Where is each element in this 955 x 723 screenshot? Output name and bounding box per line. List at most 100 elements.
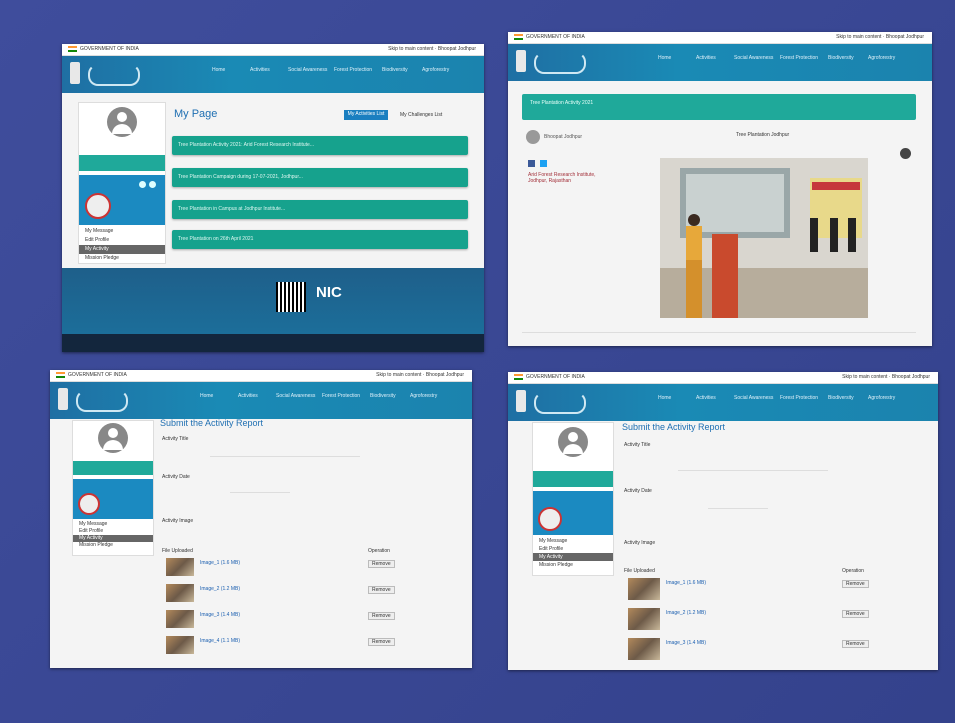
sidebar-menu: My Message Edit Profile My Activity Miss… [533, 537, 613, 569]
photo-caption: Tree Plantation Jodhpur [736, 132, 790, 138]
nav-activities[interactable]: Activities [696, 395, 716, 402]
uploaded-file-name[interactable]: Image_3 (1.4 MB) [200, 612, 240, 618]
nav-biodiversity[interactable]: Biodiversity [382, 67, 408, 74]
remove-button[interactable]: Remove [368, 560, 395, 568]
nav-biodiversity[interactable]: Biodiversity [828, 55, 854, 62]
sidebar-item-profile[interactable]: Edit Profile [533, 545, 613, 553]
uploaded-file-name[interactable]: Image_1 (1.6 MB) [200, 560, 240, 566]
event-title-bar: Tree Plantation Activity 2021 [522, 94, 916, 120]
sidebar-item-activity[interactable]: My Activity [79, 245, 165, 254]
sidebar-item-message[interactable]: My Message [79, 227, 165, 236]
nav-home[interactable]: Home [658, 55, 671, 62]
activity-row[interactable]: Tree Plantation Activity 2021: Arid Fore… [172, 136, 468, 155]
uploaded-file-name[interactable]: Image_2 (1.2 MB) [666, 610, 706, 616]
header-banner: Home Activities Social Awareness Forest … [50, 382, 472, 419]
top-links[interactable]: Skip to main content · Bhoopat Jodhpur [836, 34, 924, 40]
remove-button[interactable]: Remove [842, 580, 869, 588]
sidebar-item-activity[interactable]: My Activity [73, 535, 153, 542]
nav-social[interactable]: Social Awareness [734, 55, 773, 62]
activity-row[interactable]: Tree Plantation on 26th April 2021 [172, 230, 468, 249]
uploaded-file-name[interactable]: Image_3 (1.4 MB) [666, 640, 706, 646]
remove-button[interactable]: Remove [842, 610, 869, 618]
nav-biodiversity[interactable]: Biodiversity [828, 395, 854, 402]
poster-name: Bhoopat Jodhpur [544, 134, 583, 140]
top-links[interactable]: Skip to main content · Bhoopat Jodhpur [376, 372, 464, 378]
nav-activities[interactable]: Activities [696, 55, 716, 62]
nav-social[interactable]: Social Awareness [288, 67, 327, 74]
sidebar-item-pledge[interactable]: Mission Pledge [533, 561, 613, 569]
profile-card: My Message Edit Profile My Activity Miss… [532, 422, 614, 576]
organisation-name: Arid Forest Research Institute, Jodhpur,… [528, 172, 596, 184]
nav-home[interactable]: Home [200, 393, 213, 400]
nav-social[interactable]: Social Awareness [276, 393, 315, 400]
profile-stats-box [79, 175, 165, 225]
nav-forest[interactable]: Forest Protection [322, 393, 360, 400]
nav-forest[interactable]: Forest Protection [780, 395, 818, 402]
nav-biodiversity[interactable]: Biodiversity [370, 393, 396, 400]
title-input-line [678, 470, 828, 471]
uploaded-file-name[interactable]: Image_4 (1.1 MB) [200, 638, 240, 644]
facebook-icon[interactable] [528, 160, 535, 167]
header-banner: Home Activities Social Awareness Forest … [508, 384, 938, 421]
sidebar-item-pledge[interactable]: Mission Pledge [79, 254, 165, 263]
activity-row[interactable]: Tree Plantation Campaign during 17-07-20… [172, 168, 468, 187]
nav-agroforestry[interactable]: Agroforestry [868, 55, 895, 62]
gov-label: GOVERNMENT OF INDIA [526, 374, 585, 380]
date-input-line [230, 492, 290, 493]
top-links[interactable]: Skip to main content · Bhoopat Jodhpur [842, 374, 930, 380]
nav-activities[interactable]: Activities [238, 393, 258, 400]
sidebar-menu: My Message Edit Profile My Activity Miss… [73, 521, 153, 549]
top-links[interactable]: Skip to main content · Bhoopat Jodhpur [388, 46, 476, 52]
uploaded-file-name[interactable]: Image_2 (1.2 MB) [200, 586, 240, 592]
nav-agroforestry[interactable]: Agroforestry [410, 393, 437, 400]
remove-button[interactable]: Remove [368, 586, 395, 594]
profile-name-bar [533, 471, 613, 487]
emblem-icon [516, 390, 526, 412]
mission-logo [88, 64, 140, 86]
close-icon[interactable] [900, 148, 911, 159]
flag-icon [514, 374, 523, 380]
nav-social[interactable]: Social Awareness [734, 395, 773, 402]
sidebar-item-profile[interactable]: Edit Profile [73, 528, 153, 535]
event-title: Tree Plantation Activity 2021 [530, 100, 594, 106]
uploaded-file-name[interactable]: Image_1 (1.6 MB) [666, 580, 706, 586]
header-banner: Home Activities Social Awareness Forest … [508, 44, 932, 81]
nav-forest[interactable]: Forest Protection [334, 67, 372, 74]
sidebar-item-message[interactable]: My Message [533, 537, 613, 545]
nav-agroforestry[interactable]: Agroforestry [422, 67, 449, 74]
emblem-icon [58, 388, 68, 410]
activity-row[interactable]: Tree Plantation in Campus at Jodhpur Ins… [172, 200, 468, 219]
settings-icon[interactable] [149, 181, 156, 188]
uploaded-thumbnail [628, 578, 660, 600]
gov-label: GOVERNMENT OF INDIA [526, 34, 585, 40]
remove-button[interactable]: Remove [368, 638, 395, 646]
sidebar-item-activity[interactable]: My Activity [533, 553, 613, 561]
twitter-icon[interactable] [540, 160, 547, 167]
nav-forest[interactable]: Forest Protection [780, 55, 818, 62]
nav-home[interactable]: Home [212, 67, 225, 74]
header-banner: Home Activities Social Awareness Forest … [62, 56, 484, 93]
gov-label: GOVERNMENT OF INDIA [80, 46, 139, 52]
nav-agroforestry[interactable]: Agroforestry [868, 395, 895, 402]
remove-button[interactable]: Remove [842, 640, 869, 648]
profile-name-bar [79, 155, 165, 171]
uploaded-thumbnail [166, 636, 194, 654]
share-icon[interactable] [139, 181, 146, 188]
col-operation: Operation [842, 568, 864, 574]
nav-home[interactable]: Home [658, 395, 671, 402]
challenges-list-link[interactable]: My Challenges List [400, 112, 442, 118]
top-bar: GOVERNMENT OF INDIA Skip to main content… [508, 372, 938, 384]
profile-badge-icon [85, 193, 111, 219]
divider [522, 332, 916, 333]
sidebar-item-profile[interactable]: Edit Profile [79, 236, 165, 245]
mission-logo [76, 390, 128, 412]
uploaded-thumbnail [166, 584, 194, 602]
activities-list-button[interactable]: My Activities List [344, 110, 388, 120]
page-title: Submit the Activity Report [622, 422, 726, 432]
nav-activities[interactable]: Activities [250, 67, 270, 74]
section-activity-title: Activity Title [162, 436, 189, 442]
mission-logo [534, 392, 586, 414]
remove-button[interactable]: Remove [368, 612, 395, 620]
sidebar-item-pledge[interactable]: Mission Pledge [73, 542, 153, 549]
sidebar-item-message[interactable]: My Message [73, 521, 153, 528]
